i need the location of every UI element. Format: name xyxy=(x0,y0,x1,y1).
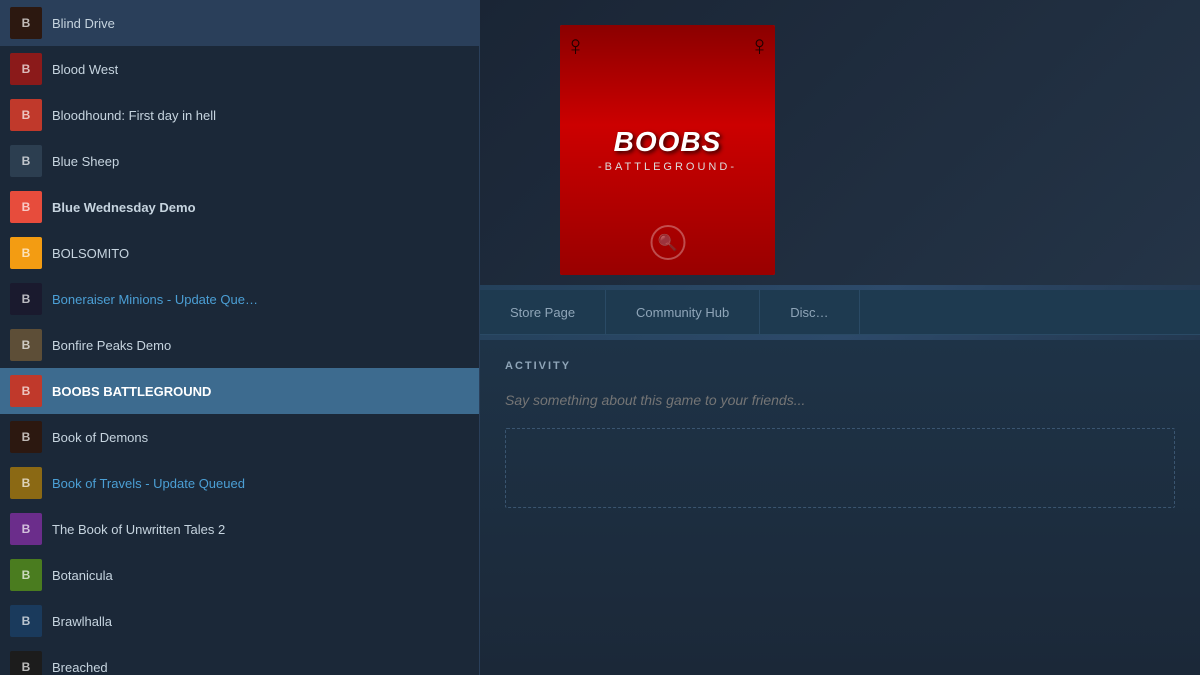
game-icon-shape-book-demons: B xyxy=(10,421,42,453)
game-item-book-demons[interactable]: B Book of Demons xyxy=(0,414,479,460)
game-item-blue-sheep[interactable]: B Blue Sheep xyxy=(0,138,479,184)
activity-label: ACTIVITY xyxy=(505,360,1175,372)
game-icon-shape-blind-drive: B xyxy=(10,7,42,39)
game-title-book-travels: Book of Travels - Update Queued xyxy=(52,476,245,491)
tab-store[interactable]: Store Page xyxy=(480,290,606,334)
game-icon-bloodhound: B xyxy=(10,99,42,131)
game-icon-shape-brawlhalla: B xyxy=(10,605,42,637)
game-title-bonfire: Bonfire Peaks Demo xyxy=(52,338,171,353)
game-title-blue-wednesday: Blue Wednesday Demo xyxy=(52,200,196,215)
main-panel: ♀ ♀ BOOBS -BATTLEGROUND- 🔍 Store PageCom… xyxy=(480,0,1200,675)
activity-content-box xyxy=(505,428,1175,508)
game-cover-inner: ♀ ♀ BOOBS -BATTLEGROUND- 🔍 xyxy=(560,25,775,275)
game-icon-book-travels: B xyxy=(10,467,42,499)
game-icon-shape-blue-wednesday: B xyxy=(10,191,42,223)
game-icon-shape-bonfire: B xyxy=(10,329,42,361)
game-item-brawlhalla[interactable]: B Brawlhalla xyxy=(0,598,479,644)
game-item-blue-wednesday[interactable]: B Blue Wednesday Demo xyxy=(0,184,479,230)
game-title-book-unwritten: The Book of Unwritten Tales 2 xyxy=(52,522,225,537)
game-icon-shape-breached: B xyxy=(10,651,42,675)
cover-silhouettes: ♀ ♀ xyxy=(560,30,775,62)
game-icon-bonfire: B xyxy=(10,329,42,361)
game-icon-shape-boobs: B xyxy=(10,375,42,407)
game-link-title-book-travels: Book of Travels xyxy=(52,476,142,491)
game-icon-brawlhalla: B xyxy=(10,605,42,637)
game-title-blind-drive: Blind Drive xyxy=(52,16,115,31)
game-icon-shape-blue-sheep: B xyxy=(10,145,42,177)
game-item-breached[interactable]: B Breached xyxy=(0,644,479,675)
cover-subtitle: -BATTLEGROUND- xyxy=(598,161,737,173)
game-icon-blue-sheep: B xyxy=(10,145,42,177)
game-title-bolsomito: BOLSOMITO xyxy=(52,246,129,261)
game-cover: ♀ ♀ BOOBS -BATTLEGROUND- 🔍 xyxy=(560,25,775,275)
game-icon-blue-wednesday: B xyxy=(10,191,42,223)
cover-title: BOOBS xyxy=(614,127,722,158)
game-item-boneraiser[interactable]: B Boneraiser Minions - Update Que… xyxy=(0,276,479,322)
game-item-blind-drive[interactable]: B Blind Drive xyxy=(0,0,479,46)
game-icon-botanicula: B xyxy=(10,559,42,591)
game-hero: ♀ ♀ BOOBS -BATTLEGROUND- 🔍 xyxy=(480,0,1200,285)
game-icon-bolsomito: B xyxy=(10,237,42,269)
game-icon-boneraiser: B xyxy=(10,283,42,315)
game-item-boobs[interactable]: B BOOBS BATTLEGROUND xyxy=(0,368,479,414)
game-icon-shape-bolsomito: B xyxy=(10,237,42,269)
game-icon-book-unwritten: B xyxy=(10,513,42,545)
game-icon-boobs: B xyxy=(10,375,42,407)
game-item-book-travels[interactable]: B Book of Travels - Update Queued xyxy=(0,460,479,506)
game-title-boobs: BOOBS BATTLEGROUND xyxy=(52,384,211,399)
game-item-book-unwritten[interactable]: B The Book of Unwritten Tales 2 xyxy=(0,506,479,552)
search-icon: 🔍 xyxy=(650,225,685,260)
game-icon-shape-blood-west: B xyxy=(10,53,42,85)
game-list: B Blind Drive B Blood West B Bloodhound: Firs… xyxy=(0,0,479,675)
game-icon-breached: B xyxy=(10,651,42,675)
tab-discuss[interactable]: Disc… xyxy=(760,290,859,334)
activity-input[interactable] xyxy=(505,387,1175,413)
game-icon-shape-botanicula: B xyxy=(10,559,42,591)
game-icon-blind-drive: B xyxy=(10,7,42,39)
game-update-boneraiser: - Update Que… xyxy=(163,292,258,307)
game-icon-shape-boneraiser: B xyxy=(10,283,42,315)
game-icon-shape-bloodhound: B xyxy=(10,99,42,131)
tab-community[interactable]: Community Hub xyxy=(606,290,760,334)
game-icon-shape-book-travels: B xyxy=(10,467,42,499)
silhouette-right: ♀ xyxy=(749,30,770,62)
game-item-bolsomito[interactable]: B BOLSOMITO xyxy=(0,230,479,276)
game-item-bloodhound[interactable]: B Bloodhound: First day in hell xyxy=(0,92,479,138)
game-title-book-demons: Book of Demons xyxy=(52,430,148,445)
game-icon-book-demons: B xyxy=(10,421,42,453)
game-title-brawlhalla: Brawlhalla xyxy=(52,614,112,629)
game-title-botanicula: Botanicula xyxy=(52,568,113,583)
game-title-bloodhound: Bloodhound: First day in hell xyxy=(52,108,216,123)
game-title-blue-sheep: Blue Sheep xyxy=(52,154,119,169)
game-item-botanicula[interactable]: B Botanicula xyxy=(0,552,479,598)
game-title-breached: Breached xyxy=(52,660,108,675)
game-item-blood-west[interactable]: B Blood West xyxy=(0,46,479,92)
game-update-book-travels: - Update Queued xyxy=(142,476,245,491)
activity-section: ACTIVITY xyxy=(480,340,1200,675)
game-item-bonfire[interactable]: B Bonfire Peaks Demo xyxy=(0,322,479,368)
nav-tabs: Store PageCommunity HubDisc… xyxy=(480,290,1200,335)
silhouette-left: ♀ xyxy=(565,30,586,62)
game-link-title-boneraiser: Boneraiser Minions xyxy=(52,292,163,307)
game-library-sidebar: B Blind Drive B Blood West B Bloodhound: Firs… xyxy=(0,0,480,675)
game-icon-shape-book-unwritten: B xyxy=(10,513,42,545)
game-icon-blood-west: B xyxy=(10,53,42,85)
game-title-blood-west: Blood West xyxy=(52,62,118,77)
game-title-boneraiser: Boneraiser Minions - Update Que… xyxy=(52,292,258,307)
